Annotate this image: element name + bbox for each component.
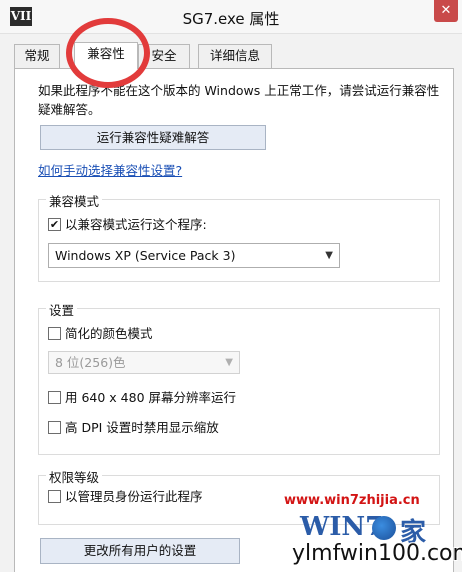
window-title: SG7.exe 属性: [182, 10, 280, 28]
chevron-down-icon: ▼: [325, 250, 333, 261]
compat-description: 如果此程序不能在这个版本的 Windows 上正常工作，请尝试运行兼容性疑难解答…: [38, 83, 440, 117]
tab-strip: 常规 兼容性 安全 详细信息: [14, 42, 454, 69]
watermark-site: ylmfwin100.com: [292, 541, 462, 566]
settings-title: 设置: [46, 300, 78, 319]
reduced-color-label: 简化的颜色模式: [65, 326, 153, 341]
compat-mode-label: 以兼容模式运行这个程序:: [65, 217, 207, 232]
high-dpi-checkbox[interactable]: [48, 421, 61, 434]
high-dpi-label: 高 DPI 设置时禁用显示缩放: [65, 420, 219, 435]
privilege-title: 权限等级: [46, 467, 103, 486]
change-all-users-button[interactable]: 更改所有用户的设置: [40, 538, 240, 564]
watermark-logo-text: WIN7: [300, 512, 384, 542]
tab-security[interactable]: 安全: [138, 44, 190, 68]
run-troubleshooter-button[interactable]: 运行兼容性疑难解答: [40, 125, 266, 150]
color-depth-select: 8 位(256)色 ▼: [48, 351, 240, 374]
os-version-select[interactable]: Windows XP (Service Pack 3) ▼: [48, 243, 340, 268]
manual-settings-link[interactable]: 如何手动选择兼容性设置?: [38, 160, 182, 179]
run-as-admin-checkbox[interactable]: [48, 490, 61, 503]
chevron-down-icon: ▼: [225, 357, 233, 368]
compat-mode-checkbox[interactable]: ✔: [48, 218, 61, 231]
run-as-admin-label: 以管理员身份运行此程序: [65, 489, 203, 504]
compat-mode-group: [38, 199, 440, 282]
res-640-row[interactable]: 用 640 x 480 屏幕分辨率运行: [48, 390, 388, 406]
watermark-url: www.win7zhijia.cn: [284, 493, 420, 508]
tab-general[interactable]: 常规: [14, 44, 60, 68]
tab-compatibility[interactable]: 兼容性: [74, 42, 138, 69]
reduced-color-checkbox[interactable]: [48, 327, 61, 340]
compat-mode-row[interactable]: ✔ 以兼容模式运行这个程序:: [48, 217, 348, 233]
high-dpi-row[interactable]: 高 DPI 设置时禁用显示缩放: [48, 420, 388, 436]
windows-flag-icon: [372, 516, 396, 540]
compat-mode-title: 兼容模式: [46, 191, 103, 210]
color-depth-value: 8 位(256)色: [55, 355, 126, 370]
title-bar: VII SG7.exe 属性 ✕: [0, 0, 462, 34]
res-640-label: 用 640 x 480 屏幕分辨率运行: [65, 390, 237, 405]
res-640-checkbox[interactable]: [48, 391, 61, 404]
close-button[interactable]: ✕: [434, 0, 458, 22]
reduced-color-row[interactable]: 简化的颜色模式: [48, 326, 348, 342]
os-version-value: Windows XP (Service Pack 3): [55, 248, 236, 263]
tab-details[interactable]: 详细信息: [198, 44, 272, 68]
